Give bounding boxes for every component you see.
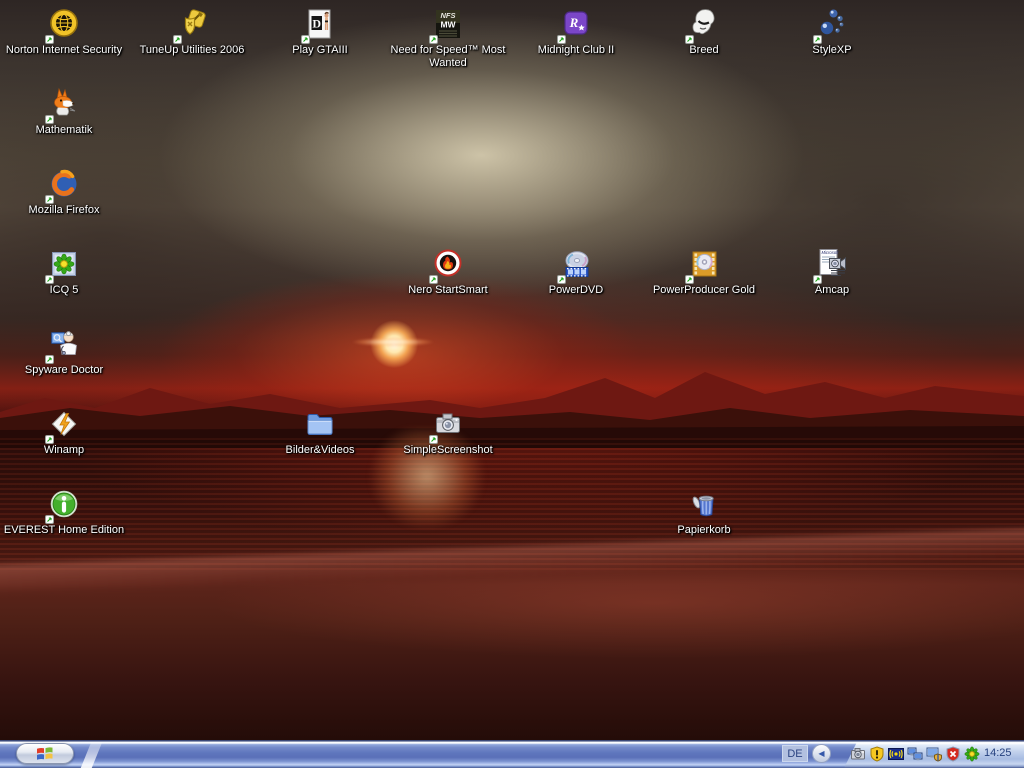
nero-startsmart-icon — [431, 248, 465, 282]
desktop-icon-label: Papierkorb — [641, 524, 767, 537]
wireless-signal-tray-icon[interactable] — [888, 746, 904, 762]
desktop-icon-label: Spyware Doctor — [1, 364, 127, 377]
svg-text:R: R — [569, 15, 579, 30]
taskbar-clock[interactable]: 14:25 — [984, 747, 1022, 759]
desktop-icon-label: Winamp — [1, 444, 127, 457]
desktop-icon-label: ICQ 5 — [1, 284, 127, 297]
midnight-club-ii-icon: R — [559, 8, 593, 42]
language-indicator[interactable]: DE — [782, 745, 808, 762]
stylexp-icon — [815, 8, 849, 42]
shortcut-arrow-badge — [45, 195, 54, 204]
amcap-icon: Microsoft — [815, 248, 849, 282]
shortcut-arrow-badge — [45, 355, 54, 364]
desktop-icon-powerdvd[interactable]: PowerDVD — [513, 248, 639, 297]
desktop-icon-nero-startsmart[interactable]: Nero StartSmart — [385, 248, 511, 297]
desktop-icon-label: StyleXP — [769, 44, 895, 57]
desktop-icon-simplescreenshot[interactable]: SimpleScreenshot — [385, 408, 511, 457]
desktop-icon-everest-home-edition[interactable]: EVEREST Home Edition — [1, 488, 127, 537]
shortcut-arrow-badge — [45, 35, 54, 44]
windows-flag-icon — [36, 747, 54, 761]
spyware-doctor-icon — [47, 328, 81, 362]
desktop-icon-label: Need for Speed™ Most Wanted — [385, 44, 511, 70]
desktop-icon-label: PowerProducer Gold — [641, 284, 767, 297]
shortcut-arrow-badge — [685, 35, 694, 44]
svg-text:MW: MW — [440, 20, 456, 30]
simplescreenshot-icon — [431, 408, 465, 442]
desktop-icon-label: Play GTAIII — [257, 44, 383, 57]
shortcut-arrow-badge — [45, 435, 54, 444]
everest-home-edition-icon — [47, 488, 81, 522]
play-gtaiii-icon: D — [303, 8, 337, 42]
desktop-icon-powerproducer-gold[interactable]: PowerProducer Gold — [641, 248, 767, 297]
desktop-icon-label: Nero StartSmart — [385, 284, 511, 297]
svg-text:D: D — [312, 17, 321, 31]
papierkorb-icon — [687, 488, 721, 522]
mozilla-firefox-icon — [47, 168, 81, 202]
desktop-icon-stylexp[interactable]: StyleXP — [769, 8, 895, 57]
desktop-icon-tuneup-utilities-2006[interactable]: TuneUp Utilities 2006 — [129, 8, 255, 57]
powerproducer-gold-icon — [687, 248, 721, 282]
desktop-icon-label: Bilder&Videos — [257, 444, 383, 457]
shortcut-arrow-badge — [45, 115, 54, 124]
desktop-icon-grid: Norton Internet SecurityTuneUp Utilities… — [0, 0, 1024, 768]
tray-icons — [850, 746, 980, 762]
shortcut-arrow-badge — [557, 35, 566, 44]
norton-internet-security-icon — [47, 8, 81, 42]
desktop-icon-label: TuneUp Utilities 2006 — [129, 44, 255, 57]
desktop-icon-winamp[interactable]: Winamp — [1, 408, 127, 457]
breed-icon — [687, 8, 721, 42]
shortcut-arrow-badge — [685, 275, 694, 284]
desktop-icon-label: Norton Internet Security — [1, 44, 127, 57]
desktop-icon-papierkorb[interactable]: Papierkorb — [641, 488, 767, 537]
desktop-icon-play-gtaiii[interactable]: D Play GTAIII — [257, 8, 383, 57]
need-for-speed-most-wanted-icon: NFSMW — [431, 8, 465, 42]
shortcut-arrow-badge — [429, 435, 438, 444]
winamp-icon — [47, 408, 81, 442]
desktop-icon-norton-internet-security[interactable]: Norton Internet Security — [1, 8, 127, 57]
shortcut-arrow-badge — [45, 515, 54, 524]
taskbar-divider-stripe — [81, 742, 103, 768]
security-alert-shield-tray-icon[interactable] — [869, 746, 885, 762]
icq-flower-tray-icon[interactable] — [964, 746, 980, 762]
desktop-icon-bilder-videos[interactable]: Bilder&Videos — [257, 408, 383, 457]
desktop-icon-label: Midnight Club II — [513, 44, 639, 57]
tuneup-utilities-2006-icon — [175, 8, 209, 42]
desktop-icon-label: EVEREST Home Edition — [1, 524, 127, 537]
desktop-icon-need-for-speed-most-wanted[interactable]: NFSMWNeed for Speed™ Most Wanted — [385, 8, 511, 70]
desktop-icon-breed[interactable]: Breed — [641, 8, 767, 57]
desktop-icon-label: Mozilla Firefox — [1, 204, 127, 217]
desktop-icon-label: Amcap — [769, 284, 895, 297]
desktop-icon-mathematik[interactable]: Mathematik — [1, 88, 127, 137]
svg-text:Microsoft: Microsoft — [822, 250, 840, 255]
mathematik-icon — [47, 88, 81, 122]
shortcut-arrow-badge — [813, 275, 822, 284]
shortcut-arrow-badge — [45, 275, 54, 284]
shortcut-arrow-badge — [429, 35, 438, 44]
shortcut-arrow-badge — [301, 35, 310, 44]
hide-inactive-icons-chevron[interactable]: ◀ — [812, 744, 831, 763]
start-button[interactable] — [16, 743, 74, 764]
shortcut-arrow-badge — [429, 275, 438, 284]
desktop-icon-label: SimpleScreenshot — [385, 444, 511, 457]
shortcut-arrow-badge — [813, 35, 822, 44]
spyware-doctor-monitor-shield-tray-icon[interactable] — [926, 746, 942, 762]
antivirus-alert-shield-tray-icon[interactable] — [945, 746, 961, 762]
desktop-icon-icq-5[interactable]: ICQ 5 — [1, 248, 127, 297]
network-connection-tray-icon[interactable] — [907, 746, 923, 762]
desktop-icon-label: PowerDVD — [513, 284, 639, 297]
desktop-icon-midnight-club-ii[interactable]: R Midnight Club II — [513, 8, 639, 57]
desktop-icon-spyware-doctor[interactable]: Spyware Doctor — [1, 328, 127, 377]
shortcut-arrow-badge — [173, 35, 182, 44]
desktop-icon-label: Mathematik — [1, 124, 127, 137]
icq-5-icon — [47, 248, 81, 282]
powerdvd-icon — [559, 248, 593, 282]
shortcut-arrow-badge — [557, 275, 566, 284]
bilder-videos-icon — [303, 408, 337, 442]
screenshot-camera-tray-icon[interactable] — [850, 746, 866, 762]
desktop-icon-mozilla-firefox[interactable]: Mozilla Firefox — [1, 168, 127, 217]
desktop-icon-label: Breed — [641, 44, 767, 57]
desktop-icon-amcap[interactable]: Microsoft Amcap — [769, 248, 895, 297]
desktop-screen: Norton Internet SecurityTuneUp Utilities… — [0, 0, 1024, 768]
